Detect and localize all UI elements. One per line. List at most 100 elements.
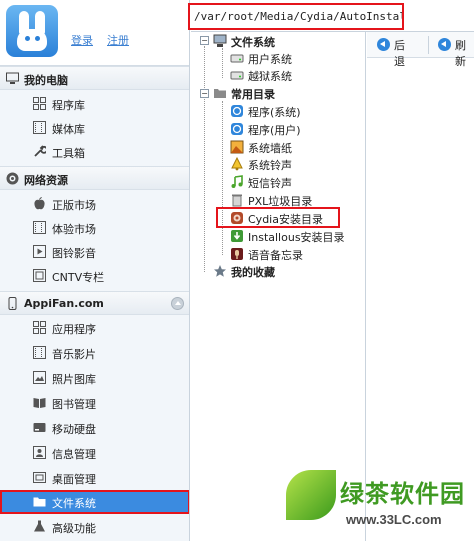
trash-icon (232, 194, 242, 207)
sidebar-item-label: 音乐影片 (52, 348, 96, 361)
back-arrow-icon (377, 38, 390, 51)
collapse-toggle[interactable]: − (200, 89, 209, 98)
grid-icon (33, 97, 46, 110)
toolbar: 后退 刷新 (367, 32, 474, 68)
app-store-icon (231, 123, 243, 135)
tree-node-label: 系统铃声 (248, 159, 292, 172)
tree-line (222, 48, 223, 78)
sidebar-item-photos[interactable]: 照片图库 (0, 366, 189, 390)
sidebar-item-messages[interactable]: 信息管理 (0, 441, 189, 465)
sidebar-item-official-market[interactable]: 正版市场 (0, 192, 189, 216)
grid-icon (33, 321, 46, 334)
desktop-icon (33, 472, 46, 483)
sidebar-item-label: 体验市场 (52, 223, 96, 236)
sidebar-item-label: 移动硬盘 (52, 423, 96, 436)
tree-node-label: 程序(用户) (248, 124, 301, 137)
music-note-icon (231, 175, 243, 188)
globe-icon (6, 172, 19, 185)
sidebar-item-ringtone-media[interactable]: 图铃影音 (0, 240, 189, 264)
sidebar-item-trial-market[interactable]: 体验市场 (0, 216, 189, 240)
monitor-icon (6, 72, 19, 84)
sidebar-item-cntv[interactable]: CNTV专栏 (0, 264, 189, 288)
sidebar-item-applications[interactable]: 应用程序 (0, 316, 189, 340)
tree-node-label: 短信铃声 (248, 177, 292, 190)
tree-node-label: 越狱系统 (248, 70, 292, 83)
sidebar-item-books[interactable]: 图书管理 (0, 391, 189, 415)
leaf-logo-icon (286, 470, 336, 520)
tree-line (222, 101, 223, 255)
book-icon (33, 398, 46, 408)
tree-node-label: 用户系统 (248, 53, 292, 66)
contact-icon (33, 446, 46, 459)
computer-icon (213, 34, 227, 47)
register-link[interactable]: 注册 (107, 32, 129, 48)
tree-node-label: 常用目录 (231, 88, 275, 101)
folder-icon (214, 89, 226, 98)
sidebar-item-label: 媒体库 (52, 123, 85, 136)
back-button-label: 后退 (394, 39, 405, 68)
film-icon (33, 121, 46, 134)
toolbar-divider (428, 36, 429, 54)
sidebar-item-file-system[interactable]: 文件系统 (0, 490, 189, 514)
sidebar-item-label: 工具箱 (52, 147, 85, 160)
sidebar-item-label: 图书管理 (52, 398, 96, 411)
app-logo (6, 5, 58, 57)
sidebar-item-toolbox[interactable]: 工具箱 (0, 140, 189, 164)
apple-icon (34, 197, 45, 210)
section-label: AppiFan.com (24, 297, 104, 310)
sidebar-item-label: 高级功能 (52, 522, 96, 535)
sidebar-item-mobile-disk[interactable]: 移动硬盘 (0, 416, 189, 440)
sidebar-item-label: 程序库 (52, 99, 85, 112)
flask-icon (34, 520, 45, 532)
address-bar[interactable]: /var/root/Media/Cydia/AutoInstall (188, 3, 404, 30)
watermark: 绿茶软件园 www.33LC.com (286, 470, 474, 541)
tree-node-label: 系统墙纸 (248, 142, 292, 155)
installous-icon (231, 230, 243, 242)
collapse-icon[interactable] (171, 297, 184, 310)
section-label: 网络资源 (24, 174, 68, 187)
cydia-highlight (216, 207, 340, 228)
watermark-title: 绿茶软件园 (340, 480, 465, 508)
media-icon (33, 245, 46, 258)
voice-memo-icon (231, 248, 243, 260)
refresh-button-label: 刷新 (455, 39, 466, 68)
refresh-icon (438, 38, 451, 51)
tree-line (204, 46, 205, 272)
sidebar-item-label: 照片图库 (52, 373, 96, 386)
sidebar-item-music-video[interactable]: 音乐影片 (0, 341, 189, 365)
app-store-icon (231, 105, 243, 117)
film-icon (33, 346, 46, 359)
header: 登录 注册 (0, 0, 189, 66)
section-device[interactable]: AppiFan.com (0, 291, 189, 315)
sidebar-item-label: 信息管理 (52, 448, 96, 461)
bell-icon (231, 157, 243, 171)
sidebar-item-label: 应用程序 (52, 323, 96, 336)
login-link[interactable]: 登录 (71, 32, 93, 48)
collapse-toggle[interactable]: − (200, 36, 209, 45)
sidebar-item-app-library[interactable]: 程序库 (0, 92, 189, 116)
sidebar-item-label: 图铃影音 (52, 247, 96, 260)
app-window: 登录 注册 我的电脑 程序库 媒体库 工具箱 网络资源 正版市场 体验市场 图铃… (0, 0, 474, 541)
watermark-url: www.33LC.com (346, 512, 442, 527)
tree-node-label: Installous安装目录 (248, 231, 345, 244)
tree-node-label: 文件系统 (231, 36, 275, 49)
tree-node-label: 程序(系统) (248, 106, 301, 119)
section-network[interactable]: 网络资源 (0, 166, 189, 190)
folder-icon (33, 497, 46, 507)
wallpaper-icon (230, 140, 244, 154)
sidebar-item-label: 桌面管理 (52, 473, 96, 486)
sidebar-item-media-library[interactable]: 媒体库 (0, 116, 189, 140)
tv-icon (33, 269, 46, 282)
sidebar: 登录 注册 我的电脑 程序库 媒体库 工具箱 网络资源 正版市场 体验市场 图铃… (0, 0, 190, 541)
section-my-computer[interactable]: 我的电脑 (0, 66, 189, 90)
sidebar-item-desktop[interactable]: 桌面管理 (0, 466, 189, 490)
star-icon (214, 265, 226, 277)
sidebar-item-label: 文件系统 (52, 497, 96, 510)
disk-icon (33, 423, 46, 432)
wrench-icon (34, 145, 46, 157)
sidebar-item-label: 正版市场 (52, 199, 96, 212)
drive-icon (230, 54, 244, 63)
phone-icon (8, 297, 17, 310)
sidebar-item-advanced[interactable]: 高级功能 (0, 515, 189, 539)
photo-icon (33, 371, 46, 384)
